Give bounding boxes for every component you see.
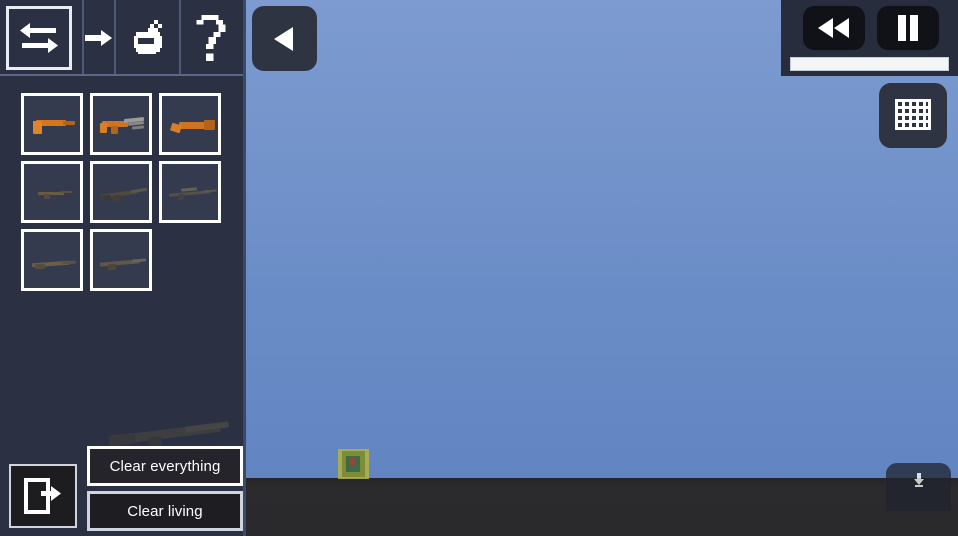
revolver-glyph [170, 120, 215, 136]
time-scale-slider[interactable]: Time scale [790, 57, 949, 71]
slot-8-thumbnail [93, 232, 149, 288]
rewind-button[interactable]: Rewind [803, 6, 865, 50]
slot-6-thumbnail [162, 164, 218, 220]
toolbar-next-button[interactable]: Next [84, 6, 114, 70]
inventory-slot-1[interactable]: Pistol [21, 93, 83, 155]
play-left-triangle-icon [273, 26, 293, 51]
shotgun-glyph [31, 258, 77, 270]
pause-icon [898, 15, 918, 41]
toolbar-divider-2 [114, 0, 116, 76]
toolbar-paint-button[interactable]: Paint [117, 6, 179, 70]
slot-1-thumbnail [24, 96, 80, 152]
exit-door-icon [24, 478, 61, 514]
ghost-body [116, 422, 222, 445]
arrow-right-icon [85, 30, 112, 46]
sniper-rifle-glyph [168, 187, 218, 201]
slot-4-thumbnail [24, 164, 80, 220]
toolbar-underline [0, 74, 243, 76]
slot-7-thumbnail [24, 232, 80, 288]
machine-gun-glyph [99, 257, 147, 271]
inventory-slot-4[interactable]: Carbine [21, 161, 83, 223]
toolbar-help-button[interactable]: Help [181, 6, 241, 70]
inventory-slot-5[interactable]: Assault Rifle [90, 161, 152, 223]
download-button[interactable]: Download [886, 463, 951, 511]
clear-everything-button[interactable]: Clear everything [87, 446, 243, 486]
sidebar-edge-highlight [243, 0, 246, 536]
inventory-slot-8[interactable]: Machine Gun [90, 229, 152, 291]
clear-actions-group: Clear everything Clear living [87, 446, 243, 531]
rewind-icon [818, 18, 849, 38]
grid-mesh-icon [895, 98, 931, 130]
inventory-slot-7[interactable]: Shotgun [21, 229, 83, 291]
question-mark-icon [196, 15, 226, 61]
exit-button[interactable]: Exit [9, 464, 77, 528]
slot-5-thumbnail [93, 164, 149, 220]
inventory-slot-6[interactable]: Sniper Rifle [159, 161, 221, 223]
slot-3-thumbnail [162, 96, 218, 152]
grid-toggle-button[interactable]: Toggle grid [879, 83, 947, 148]
app-root: crate Back Rewind Pause Time scale [0, 0, 958, 536]
playback-panel: Rewind Pause Time scale [781, 0, 958, 76]
carbine-glyph [38, 189, 72, 199]
sidebar-toolbar: Swap Next [0, 0, 243, 76]
clear-living-button[interactable]: Clear living [87, 491, 243, 531]
swap-arrows-icon [20, 23, 58, 53]
download-icon [913, 473, 924, 487]
pistol-glyph [33, 120, 75, 136]
toolbar-swap-button[interactable]: Swap [6, 6, 72, 70]
world-object-crate[interactable]: crate [338, 449, 369, 479]
ghost-stock [108, 432, 136, 447]
assault-rifle-glyph [100, 187, 148, 203]
ghost-barrel [184, 421, 230, 433]
spray-can-icon [134, 20, 162, 54]
back-button[interactable]: Back [252, 6, 317, 71]
left-sidebar: Swap Next [0, 0, 243, 536]
slot-2-thumbnail [93, 96, 149, 152]
pause-button[interactable]: Pause [877, 6, 939, 50]
crate-detail [349, 458, 355, 465]
smg-glyph [100, 116, 148, 135]
inventory-slot-2[interactable]: Submachine Gun [90, 93, 152, 155]
inventory-slot-3[interactable]: Revolver [159, 93, 221, 155]
